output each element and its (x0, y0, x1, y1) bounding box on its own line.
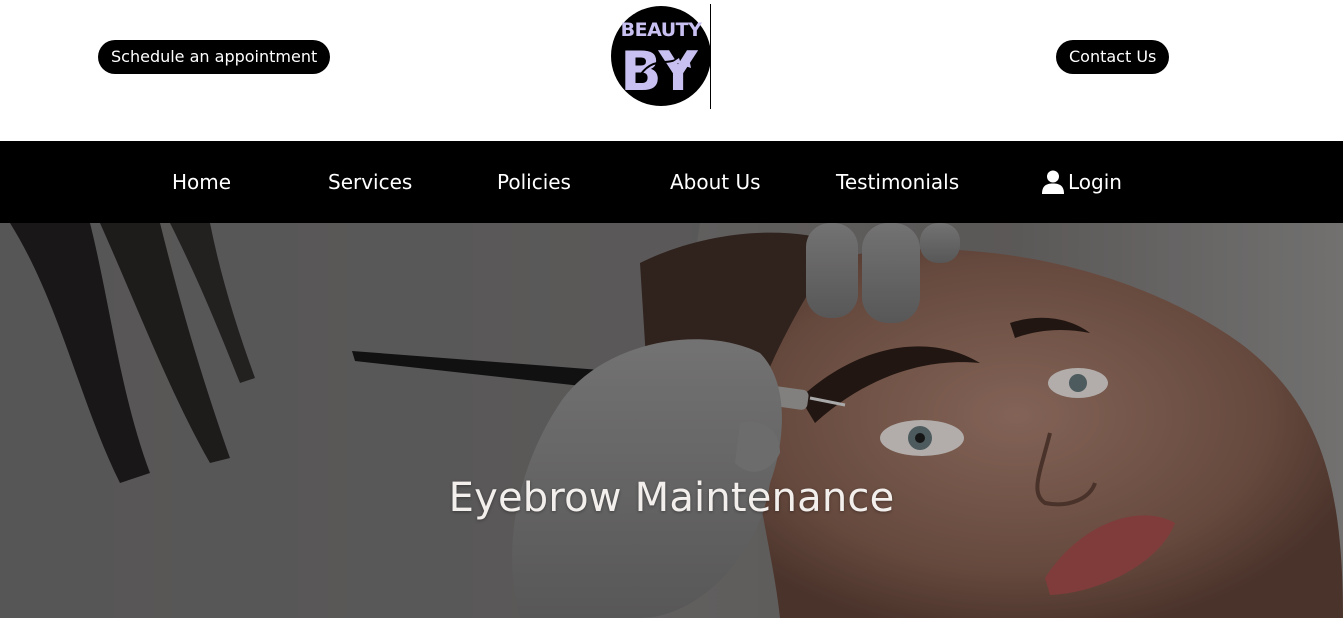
svg-text:BY: BY (620, 40, 698, 103)
nav-item-about-us[interactable]: About Us (670, 141, 761, 223)
hero-title: Eyebrow Maintenance (448, 475, 895, 521)
hero-banner: Eyebrow Maintenance (0, 223, 1343, 618)
login-label: Login (1068, 170, 1122, 194)
svg-text:BEAUTY: BEAUTY (621, 19, 702, 41)
main-nav: Home Services Policies About Us Testimon… (0, 141, 1343, 223)
nav-item-testimonials[interactable]: Testimonials (836, 141, 959, 223)
schedule-appointment-button[interactable]: Schedule an appointment (98, 40, 331, 74)
brand-logo[interactable]: BEAUTY BY (611, 4, 711, 109)
contact-us-button[interactable]: Contact Us (1056, 40, 1170, 74)
nav-item-policies[interactable]: Policies (497, 141, 571, 223)
hero-background-image (0, 223, 1343, 618)
logo-graphic: BEAUTY BY (611, 6, 711, 106)
user-icon (1042, 170, 1064, 194)
nav-item-services[interactable]: Services (328, 141, 412, 223)
nav-item-login[interactable]: Login (1042, 141, 1122, 223)
nav-item-home[interactable]: Home (172, 141, 231, 223)
site-header: Schedule an appointment BEAUTY BY Contac… (0, 0, 1343, 141)
logo-divider (710, 4, 711, 109)
